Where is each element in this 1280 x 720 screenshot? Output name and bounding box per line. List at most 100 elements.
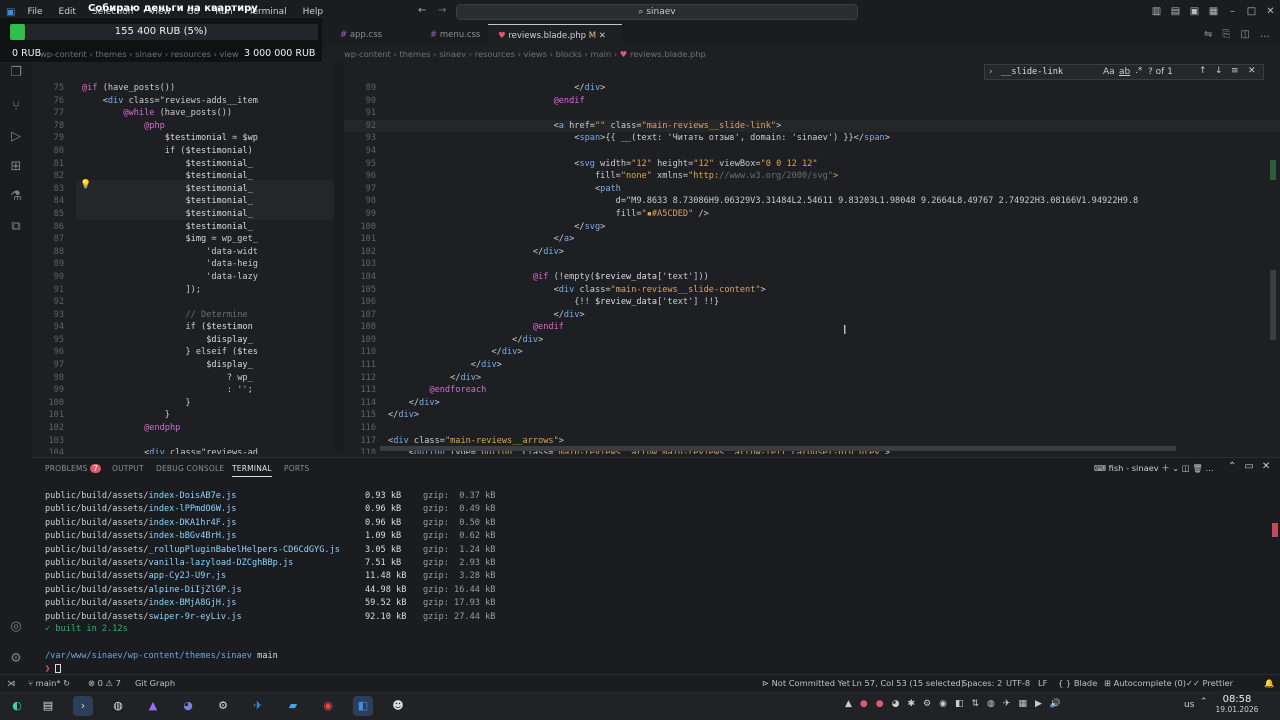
cursor-position[interactable]: Ln 57, Col 53 (15 selected) xyxy=(852,678,964,688)
layout-custom-icon[interactable]: ▦ xyxy=(1205,6,1222,17)
right-code-line[interactable]: 96 fill="none" xmlns="http://www.w3.org/… xyxy=(344,170,1280,183)
nav-back-icon[interactable]: ← xyxy=(418,5,426,16)
left-code-line[interactable]: 87 $img = wp_get_ xyxy=(32,233,334,246)
tray-bluetooth-icon[interactable]: ✱ xyxy=(908,699,916,709)
right-code-line[interactable]: 104 @if (!empty($review_data['text'])) xyxy=(344,271,1280,284)
chrome-icon[interactable]: ◉ xyxy=(318,696,338,716)
testing-icon[interactable]: ⚗ xyxy=(7,188,25,206)
tray-clipboard-icon[interactable]: ▦ xyxy=(1018,699,1027,709)
left-code-line[interactable]: 93 // Determine xyxy=(32,309,334,322)
left-code-line[interactable]: 76 <div class="reviews-adds__item xyxy=(32,95,334,108)
settings-gear-icon[interactable]: ⚙ xyxy=(7,650,25,668)
right-code-line[interactable]: 115 </div> xyxy=(344,409,1280,422)
minimize-icon[interactable]: – xyxy=(1224,6,1241,17)
left-code-line[interactable]: 98 ? wp_ xyxy=(32,372,334,385)
notifications-icon[interactable]: 🔔 xyxy=(1264,678,1274,689)
left-code-line[interactable]: 103 xyxy=(32,435,334,448)
lightbulb-icon[interactable]: 💡 xyxy=(80,180,91,190)
right-code-line[interactable]: 91 xyxy=(344,107,1280,120)
telegram-icon[interactable]: ✈ xyxy=(248,696,268,716)
left-code-line[interactable]: 102 @endphp xyxy=(32,422,334,435)
source-control-icon[interactable]: ⑂ xyxy=(7,98,25,116)
right-code-line[interactable]: 102 </div> xyxy=(344,246,1280,259)
encoding-status[interactable]: UTF-8 xyxy=(1006,678,1030,688)
right-code-line[interactable]: 110 </div> xyxy=(344,346,1280,359)
steam-icon[interactable]: ⚙ xyxy=(213,696,233,716)
panel-tab-ports[interactable]: PORTS xyxy=(284,464,309,473)
remote-explorer-icon[interactable]: ⧉ xyxy=(7,218,25,236)
app-purple-icon[interactable]: ▲ xyxy=(143,696,163,716)
chevron-right-icon[interactable]: › xyxy=(989,67,993,77)
tray-vpn-icon[interactable]: ▲ xyxy=(845,699,852,709)
close-window-icon[interactable]: ✕ xyxy=(1262,6,1279,17)
find-next-icon[interactable]: ↓ xyxy=(1215,66,1223,76)
left-code-line[interactable]: 97 $display_ xyxy=(32,359,334,372)
right-code-line[interactable]: 113 @endforeach xyxy=(344,384,1280,397)
menu-file[interactable]: File xyxy=(19,7,50,17)
eol-status[interactable]: LF xyxy=(1038,678,1047,688)
left-code-line[interactable]: 81 $testimonial_ xyxy=(32,158,334,171)
left-code-line[interactable]: 80 if ($testimonial) xyxy=(32,145,334,158)
find-prev-icon[interactable]: ↑ xyxy=(1199,66,1207,76)
right-code-line[interactable]: 109 </div> xyxy=(344,334,1280,347)
left-code-line[interactable]: 92 xyxy=(32,296,334,309)
prompt-cursor[interactable]: ❯ xyxy=(45,664,62,674)
panel-tab-debug-console[interactable]: DEBUG CONSOLE xyxy=(156,464,224,473)
right-code-line[interactable]: 94 xyxy=(344,145,1280,158)
blame-status[interactable]: ⊳ Not Committed Yet xyxy=(762,678,850,688)
left-code-line[interactable]: 77 @while (have_posts()) xyxy=(32,107,334,120)
tab-menu-css[interactable]: # menu.css xyxy=(420,24,490,46)
split-editor-icon[interactable]: ◫ xyxy=(1240,29,1249,40)
right-code-line[interactable]: 105 <div class="main-reviews__slide-cont… xyxy=(344,284,1280,297)
left-code-line[interactable]: 90 'data-lazy xyxy=(32,271,334,284)
desktop-icon[interactable]: ▤ xyxy=(38,696,58,716)
tray-expand-icon[interactable]: ⌃ xyxy=(1200,697,1208,707)
account-icon[interactable]: ◎ xyxy=(7,618,25,636)
remote-icon[interactable]: ⋊ xyxy=(7,678,15,688)
left-code-line[interactable]: 89 'data-heig xyxy=(32,258,334,271)
tray-chrome-icon[interactable]: ◉ xyxy=(939,699,947,709)
left-code-line[interactable]: 100 } xyxy=(32,397,334,410)
autocomplete-status[interactable]: ⊞ Autocomplete (0) xyxy=(1104,678,1186,688)
tray-steam-icon[interactable]: ⚙ xyxy=(923,699,931,709)
prettier-status[interactable]: ✓✓ Prettier xyxy=(1186,678,1233,688)
tray-vscode-icon[interactable]: ◧ xyxy=(955,699,964,709)
keyboard-layout[interactable]: us xyxy=(1184,700,1194,710)
compare-icon[interactable]: ⇋ xyxy=(1204,29,1212,40)
menu-edit[interactable]: Edit xyxy=(51,7,84,17)
panel-tab-problems[interactable]: PROBLEMS 7 xyxy=(45,464,102,473)
right-code-line[interactable]: 97 <path xyxy=(344,183,1280,196)
command-search[interactable]: ⌕ sinaev xyxy=(456,4,858,20)
tab-app-css[interactable]: # app.css xyxy=(330,24,392,46)
nav-forward-icon[interactable]: → xyxy=(438,5,446,16)
file-manager-icon[interactable]: ▰ xyxy=(283,696,303,716)
clock[interactable]: 08:58 19.01.2026 xyxy=(1212,694,1262,714)
layout-sidebar-icon[interactable]: ▥ xyxy=(1148,6,1165,17)
obs-icon[interactable]: ◍ xyxy=(108,696,128,716)
left-code-line[interactable]: 96 } elseif ($tes xyxy=(32,346,334,359)
maximize-icon[interactable]: □ xyxy=(1243,6,1260,17)
menu-help[interactable]: Help xyxy=(295,7,332,17)
indent-status[interactable]: Spaces: 2 xyxy=(962,678,1002,688)
left-code-line[interactable]: 94 if ($testimon xyxy=(32,321,334,334)
right-code-line[interactable]: 111 </div> xyxy=(344,359,1280,372)
editor-scrollbar-thumb[interactable] xyxy=(1270,270,1276,340)
left-code-line[interactable]: 86 $testimonial_ xyxy=(32,221,334,234)
right-code-line[interactable]: 99 fill="▪#A5CDED" /> xyxy=(344,208,1280,221)
tray-red-icon[interactable]: ● xyxy=(860,699,868,709)
tray-discord-icon[interactable]: ◕ xyxy=(892,699,900,709)
tray-record-icon[interactable]: ● xyxy=(876,699,884,709)
discord-icon[interactable]: ◕ xyxy=(178,696,198,716)
find-widget[interactable]: › __slide-link Aa ab .* ? of 1 ↑ ↓ ≡ ✕ xyxy=(984,64,1264,80)
regex-toggle-icon[interactable]: .* xyxy=(1135,66,1142,76)
left-code-line[interactable]: 75 @if (have_posts()) xyxy=(32,82,334,95)
whole-word-toggle[interactable]: ab xyxy=(1119,67,1130,77)
find-input[interactable]: __slide-link xyxy=(1001,67,1063,77)
right-code-line[interactable]: 95 <svg width="12" height="12" viewBox="… xyxy=(344,158,1280,171)
tray-obs-icon[interactable]: ◍ xyxy=(987,699,995,709)
left-code-line[interactable]: 99 : ''; xyxy=(32,384,334,397)
right-code-line[interactable]: 100 </svg> xyxy=(344,221,1280,234)
left-code-line[interactable]: 91 ]); xyxy=(32,284,334,297)
extensions-icon[interactable]: ⊞ xyxy=(7,158,25,176)
layout-panel-icon[interactable]: ▤ xyxy=(1167,6,1184,17)
